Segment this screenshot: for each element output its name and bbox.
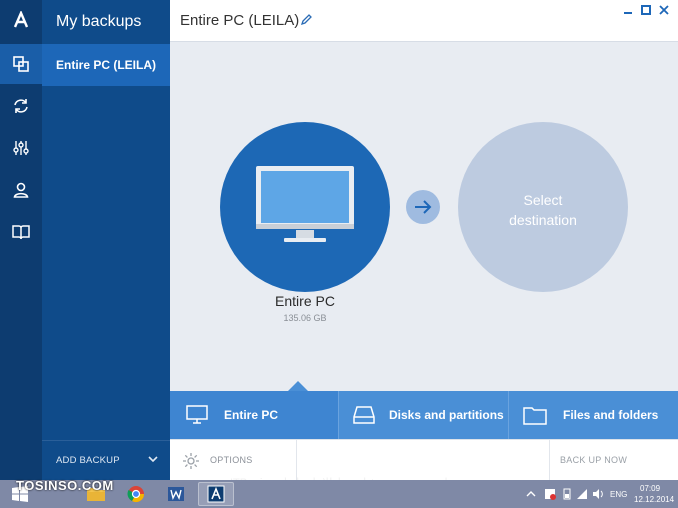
minimize-icon[interactable] <box>622 4 634 16</box>
clock-time[interactable]: 07:09 <box>640 484 660 493</box>
mode-disks-partitions[interactable]: Disks and partitions <box>339 391 508 439</box>
tools-nav-icon[interactable] <box>0 128 42 168</box>
mode-disks-partitions-label: Disks and partitions <box>389 408 504 422</box>
add-backup-button[interactable]: ADD BACKUP <box>42 440 170 480</box>
main-content: Entire PC (LEILA) Entire PC 135.06 GB Se… <box>170 0 678 481</box>
source-label: Entire PC <box>275 293 335 309</box>
monitor-small-icon <box>186 405 208 424</box>
bottom-divider <box>296 440 297 481</box>
maximize-icon[interactable] <box>640 4 652 16</box>
acronis-taskbar-icon[interactable] <box>198 482 234 506</box>
options-button[interactable]: OPTIONS <box>210 455 253 465</box>
gear-icon[interactable] <box>182 452 200 470</box>
app-logo-icon <box>0 0 42 40</box>
nav-rail <box>0 0 42 480</box>
bottom-bar: OPTIONS BACK UP NOW <box>170 439 678 481</box>
backup-mode-bar: Entire PC Disks and partitions Files and… <box>170 391 678 439</box>
mode-files-folders-label: Files and folders <box>563 408 659 422</box>
bottom-divider <box>549 440 550 481</box>
help-book-icon[interactable] <box>0 212 42 252</box>
backup-nav-icon[interactable] <box>0 44 42 84</box>
source-selector[interactable] <box>220 122 390 292</box>
mode-files-folders[interactable]: Files and folders <box>509 391 678 439</box>
clock-date[interactable]: 12.12.2014 <box>634 495 674 504</box>
header: Entire PC (LEILA) <box>170 0 678 42</box>
acronis-true-image-window: My backups Entire PC (LEILA) ADD BACKUP … <box>0 0 678 481</box>
chrome-icon[interactable] <box>118 482 154 506</box>
backup-item-entire-pc[interactable]: Entire PC (LEILA) <box>42 44 170 86</box>
brand-watermark: TOSINSO.COM <box>16 478 114 493</box>
disk-icon <box>353 406 375 424</box>
language-indicator[interactable]: ENG <box>610 490 627 499</box>
monitor-icon <box>256 166 354 242</box>
arrow-right-icon <box>406 190 440 224</box>
tray-up-arrow-icon[interactable] <box>526 490 536 498</box>
volume-icon[interactable] <box>592 488 604 500</box>
backup-title: Entire PC (LEILA) <box>180 12 300 29</box>
edit-pencil-icon[interactable] <box>300 14 312 26</box>
close-icon[interactable] <box>658 4 670 16</box>
source-size: 135.06 GB <box>283 313 327 323</box>
panel-title: My backups <box>56 13 142 30</box>
mode-entire-pc-label: Entire PC <box>224 408 279 422</box>
folder-icon <box>523 407 547 425</box>
mode-entire-pc[interactable]: Entire PC <box>170 391 338 439</box>
network-icon[interactable] <box>576 488 588 500</box>
backup-now-button[interactable]: BACK UP NOW <box>560 455 627 465</box>
destination-label-line2: destination <box>509 212 577 228</box>
account-nav-icon[interactable] <box>0 170 42 210</box>
mode-pointer <box>288 381 308 391</box>
battery-icon[interactable] <box>562 488 572 500</box>
destination-label-line1: Select <box>523 192 563 208</box>
sync-nav-icon[interactable] <box>0 86 42 126</box>
action-center-icon[interactable] <box>544 488 556 500</box>
add-backup-label: ADD BACKUP <box>56 455 120 466</box>
destination-label[interactable]: Select destination <box>458 190 628 230</box>
backups-panel: My backups Entire PC (LEILA) ADD BACKUP <box>42 0 170 480</box>
word-icon[interactable] <box>158 482 194 506</box>
chevron-down-icon <box>148 456 158 463</box>
